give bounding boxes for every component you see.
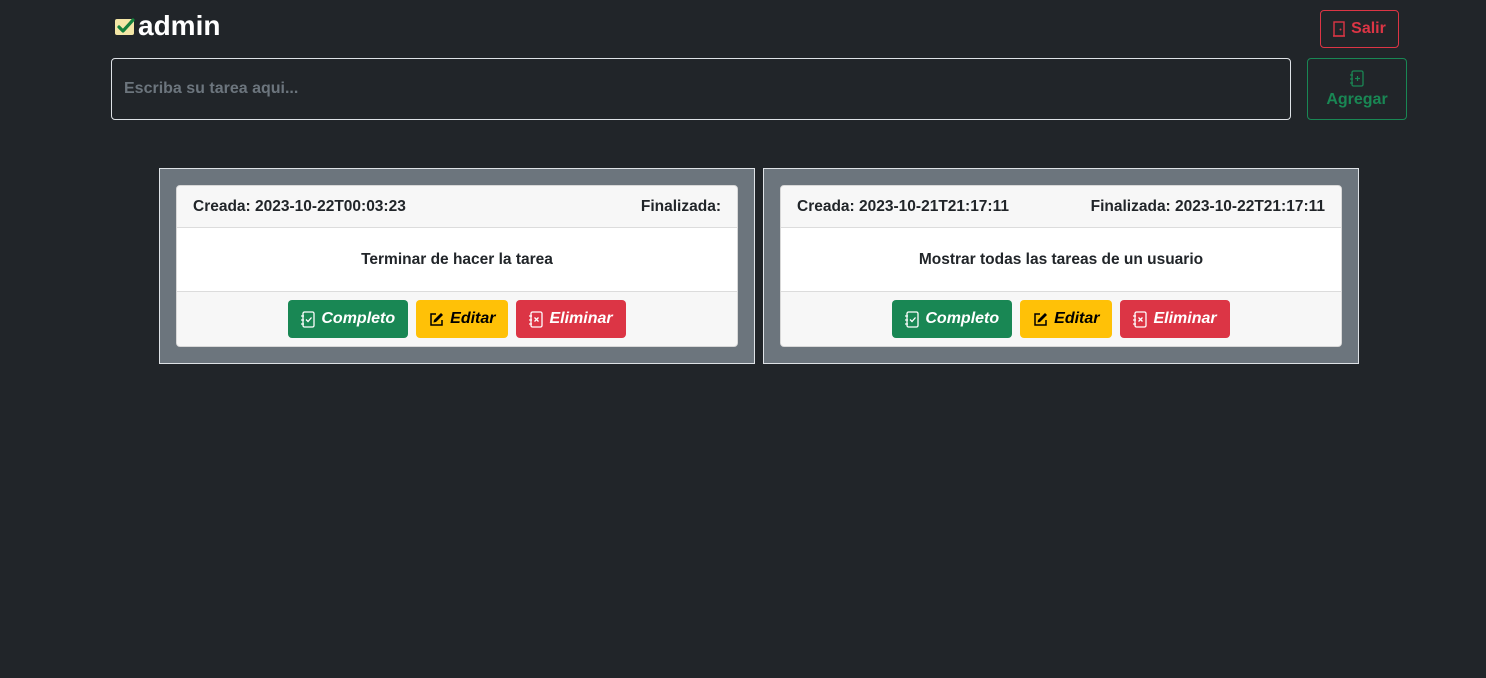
journal-x-icon (529, 310, 544, 328)
task-card-header: Creada: 2023-10-22T00:03:23 Finalizada: (177, 186, 737, 228)
username: admin (138, 10, 221, 41)
task-actions: Completo Editar Eliminar (781, 292, 1341, 346)
created-label: Creada: (797, 197, 855, 215)
journal-x-icon (1133, 310, 1148, 328)
edit-label: Editar (450, 310, 496, 327)
edit-button[interactable]: Editar (416, 300, 509, 338)
task-actions: Completo Editar Eliminar (177, 292, 737, 346)
task-card-header: Creada: 2023-10-21T21:17:11 Finalizada: … (781, 186, 1341, 228)
finished-info: Finalizada: 2023-10-22T21:17:11 (1091, 198, 1325, 216)
task-description: Mostrar todas las tareas de un usuario (781, 228, 1341, 292)
created-label: Creada: (193, 197, 251, 215)
complete-button[interactable]: Completo (288, 300, 409, 338)
door-icon (1333, 21, 1346, 37)
task-description: Terminar de hacer la tarea (177, 228, 737, 292)
task-card: Creada: 2023-10-21T21:17:11 Finalizada: … (780, 185, 1342, 347)
journal-plus-icon (1350, 69, 1364, 87)
logout-label: Salir (1351, 20, 1386, 37)
task-item: Creada: 2023-10-21T21:17:11 Finalizada: … (763, 168, 1359, 364)
logout-button[interactable]: Salir (1320, 10, 1399, 48)
complete-label: Completo (925, 310, 1000, 327)
pencil-square-icon (1033, 312, 1048, 327)
delete-label: Eliminar (549, 310, 613, 327)
created-info: Creada: 2023-10-22T00:03:23 (193, 198, 406, 216)
delete-button[interactable]: Eliminar (1120, 300, 1230, 338)
finished-date: 2023-10-22T21:17:11 (1175, 197, 1325, 215)
journal-check-icon (905, 310, 920, 328)
brand: admin (114, 10, 220, 42)
complete-label: Completo (321, 310, 396, 327)
task-input[interactable] (111, 58, 1291, 120)
finished-label: Finalizada: (640, 197, 721, 215)
pencil-square-icon (429, 312, 444, 327)
created-info: Creada: 2023-10-21T21:17:11 (797, 198, 1009, 216)
finished-label: Finalizada: (1090, 197, 1171, 215)
check-square-icon (114, 17, 136, 36)
complete-button[interactable]: Completo (892, 300, 1013, 338)
task-item: Creada: 2023-10-22T00:03:23 Finalizada: … (159, 168, 755, 364)
delete-label: Eliminar (1153, 310, 1217, 327)
add-task-label: Agregar (1326, 90, 1388, 108)
delete-button[interactable]: Eliminar (516, 300, 626, 338)
task-list: Creada: 2023-10-22T00:03:23 Finalizada: … (159, 168, 1359, 364)
add-task-button[interactable]: Agregar (1307, 58, 1407, 120)
edit-button[interactable]: Editar (1020, 300, 1113, 338)
edit-label: Editar (1054, 310, 1100, 327)
created-date: 2023-10-22T00:03:23 (255, 197, 406, 215)
task-card: Creada: 2023-10-22T00:03:23 Finalizada: … (176, 185, 738, 347)
created-date: 2023-10-21T21:17:11 (859, 197, 1009, 215)
finished-info: Finalizada: (641, 198, 721, 216)
top-bar: admin Salir (111, 10, 1407, 50)
journal-check-icon (301, 310, 316, 328)
